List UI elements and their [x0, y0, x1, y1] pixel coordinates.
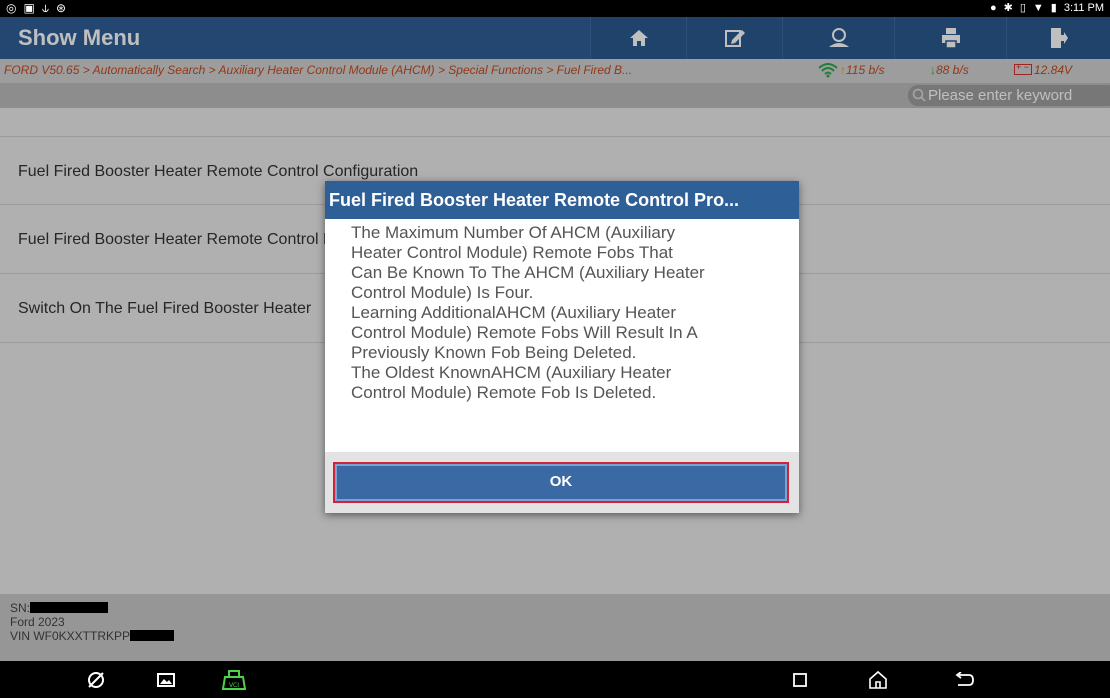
back-button[interactable]	[944, 661, 984, 698]
chat-icon: ◎	[6, 1, 17, 15]
dialog-line: The Oldest KnownAHCM (Auxiliary Heater	[351, 363, 672, 382]
bluetooth-icon: ✱	[1003, 2, 1013, 14]
dialog-line: Can Be Known To The AHCM (Auxiliary Heat…	[351, 263, 705, 282]
usb-icon: ⫝	[41, 1, 49, 15]
back-icon	[955, 671, 974, 686]
dialog-message: The Maximum Number Of AHCM (Auxiliary He…	[325, 219, 799, 452]
status-time: 3:11 PM	[1063, 2, 1104, 14]
dialog-line: Control Module) Remote Fob Is Deleted.	[351, 383, 657, 402]
recent-apps-button[interactable]	[780, 661, 820, 698]
home-nav-icon	[869, 670, 887, 689]
gallery-button[interactable]	[146, 661, 186, 698]
dialog-line: The Maximum Number Of AHCM (Auxiliary	[351, 223, 676, 242]
browser-button[interactable]	[76, 661, 116, 698]
wifi-icon: ▼	[1032, 2, 1044, 14]
status-bar: ◎ ▣ ⫝ ⊛ ● ✱ ▯ ▼ ▮ 3:11 PM	[0, 0, 1110, 17]
browser-icon	[88, 671, 104, 688]
accessibility-icon: ⊛	[55, 1, 67, 15]
screen: ◎ ▣ ⫝ ⊛ ● ✱ ▯ ▼ ▮ 3:11 PM Show Menu FORD…	[0, 0, 1110, 698]
dialog-line: Previously Known Fob Being Deleted.	[351, 343, 637, 362]
gallery-icon	[157, 672, 175, 687]
battery-icon: ▮	[1050, 2, 1057, 14]
recent-apps-icon	[793, 672, 807, 687]
location-icon: ●	[989, 2, 997, 14]
info-dialog: Fuel Fired Booster Heater Remote Control…	[325, 181, 799, 513]
vibrate-icon: ▯	[1019, 2, 1026, 14]
ok-button[interactable]: OK	[333, 462, 789, 503]
dialog-line: Control Module) Remote Fobs Will Result …	[351, 323, 698, 342]
vci-button[interactable]: VCI	[214, 661, 254, 698]
dialog-footer: OK	[325, 452, 799, 513]
image-icon: ▣	[23, 1, 35, 15]
dialog-line: Heater Control Module) Remote Fobs That	[351, 243, 673, 262]
dialog-line: Control Module) Is Four.	[351, 283, 534, 302]
navigation-bar: VCI	[0, 661, 1110, 698]
dialog-title: Fuel Fired Booster Heater Remote Control…	[325, 181, 799, 219]
home-nav-button[interactable]	[858, 661, 898, 698]
svg-text:VCI: VCI	[229, 682, 239, 689]
dialog-line: Learning AdditionalAHCM (Auxiliary Heate…	[351, 303, 677, 322]
vci-icon: VCI	[221, 669, 247, 690]
